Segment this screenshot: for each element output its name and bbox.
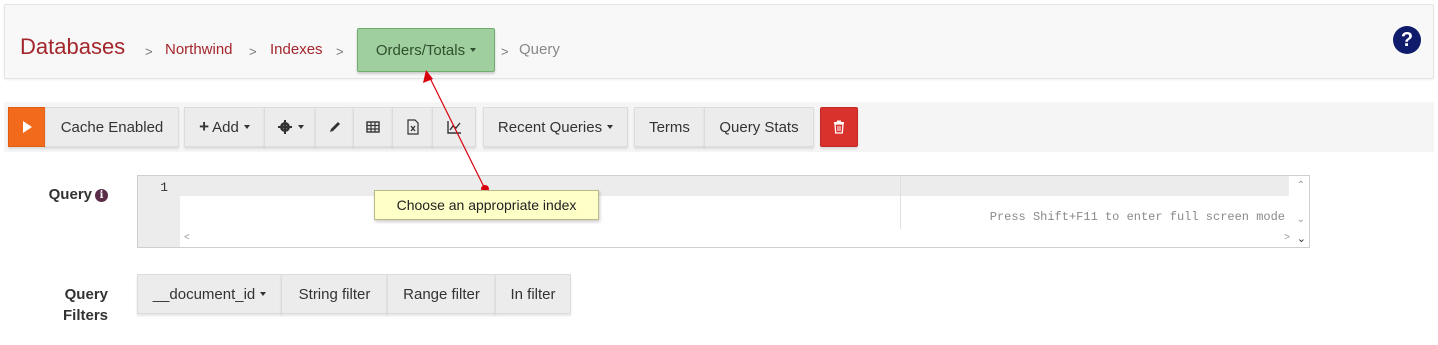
gear-icon: [277, 120, 292, 134]
string-filter-button[interactable]: String filter: [281, 274, 388, 314]
terms-label: Terms: [649, 118, 690, 136]
breadcrumb-separator: >: [501, 44, 509, 59]
document-id-label: __document_id: [152, 285, 256, 303]
line-number: 1: [160, 180, 168, 195]
edit-index-button[interactable]: [315, 107, 354, 147]
scroll-left-icon[interactable]: <: [184, 232, 190, 243]
play-icon: [23, 121, 32, 133]
query-editor[interactable]: 1 Press Shift+F11 to enter full screen m…: [137, 175, 1310, 248]
index-select-label: Orders/Totals: [375, 41, 466, 59]
trash-icon: [834, 120, 844, 134]
breadcrumb-indexes[interactable]: Indexes: [270, 41, 323, 58]
table-icon: [366, 121, 380, 133]
index-select-button[interactable]: Orders/Totals: [357, 28, 495, 72]
breadcrumb-bar: Databases > Northwind > Indexes > Orders…: [4, 4, 1434, 79]
fullscreen-hint: Press Shift+F11 to enter full screen mod…: [989, 210, 1285, 224]
settings-button[interactable]: [264, 107, 316, 147]
scroll-down-icon[interactable]: ⌄: [1297, 214, 1305, 225]
table-view-button[interactable]: [353, 107, 393, 147]
cache-enabled-button[interactable]: Cache Enabled: [45, 107, 179, 147]
in-filter-label: In filter: [510, 285, 556, 303]
annotation-callout: Choose an appropriate index: [374, 190, 599, 220]
query-stats-label: Query Stats: [719, 118, 799, 136]
recent-queries-label: Recent Queries: [497, 118, 603, 136]
add-button[interactable]: + Add: [184, 107, 265, 147]
in-filter-button[interactable]: In filter: [495, 274, 571, 314]
query-stats-button[interactable]: Query Stats: [704, 107, 814, 147]
breadcrumb-query: Query: [519, 41, 560, 58]
scroll-right-icon[interactable]: >: [1284, 232, 1290, 243]
annotation-callout-text: Choose an appropriate index: [396, 197, 577, 213]
caret-down-icon: [243, 125, 250, 129]
breadcrumb-separator: >: [249, 44, 257, 59]
caret-down-icon: [260, 292, 267, 296]
horizontal-scrollbar[interactable]: < >: [180, 231, 1290, 247]
terms-button[interactable]: Terms: [634, 107, 705, 147]
query-label-text: Query: [48, 186, 92, 203]
line-chart-icon: [447, 121, 461, 134]
caret-down-icon: [607, 125, 614, 129]
caret-down-icon: [470, 48, 477, 52]
add-label: Add: [212, 118, 239, 136]
range-filter-label: Range filter: [403, 285, 480, 303]
run-query-button[interactable]: [8, 107, 46, 147]
caret-down-icon: [297, 125, 304, 129]
delete-button[interactable]: [820, 107, 858, 147]
breadcrumb-databases[interactable]: Databases: [20, 34, 125, 60]
print-margin: [900, 176, 901, 229]
recent-queries-button[interactable]: Recent Queries: [483, 107, 628, 147]
chart-button[interactable]: [432, 107, 476, 147]
query-label: Query i: [20, 186, 108, 203]
breadcrumb-separator: >: [145, 44, 153, 59]
resize-chevron-icon[interactable]: ⌄: [1297, 232, 1306, 245]
scroll-up-icon[interactable]: ⌃: [1297, 180, 1305, 191]
cache-enabled-label: Cache Enabled: [60, 118, 164, 136]
query-filters-label: Query Filters: [20, 284, 108, 326]
export-excel-button[interactable]: [392, 107, 433, 147]
breadcrumb-separator: >: [336, 44, 344, 59]
range-filter-button[interactable]: Range filter: [387, 274, 496, 314]
pencil-icon: [329, 122, 340, 132]
query-filters-label-line1: Query: [64, 286, 108, 303]
info-icon[interactable]: i: [95, 189, 108, 202]
active-line-highlight: [901, 176, 1289, 196]
excel-file-icon: [406, 119, 419, 135]
plus-icon: +: [199, 117, 210, 136]
query-filters-label-line2: Filters: [62, 307, 108, 324]
string-filter-label: String filter: [298, 285, 371, 303]
question-circle-icon[interactable]: ?: [1393, 26, 1421, 54]
document-id-field-select[interactable]: __document_id: [137, 274, 282, 314]
editor-gutter: 1: [138, 176, 180, 247]
breadcrumb-northwind[interactable]: Northwind: [165, 41, 233, 58]
